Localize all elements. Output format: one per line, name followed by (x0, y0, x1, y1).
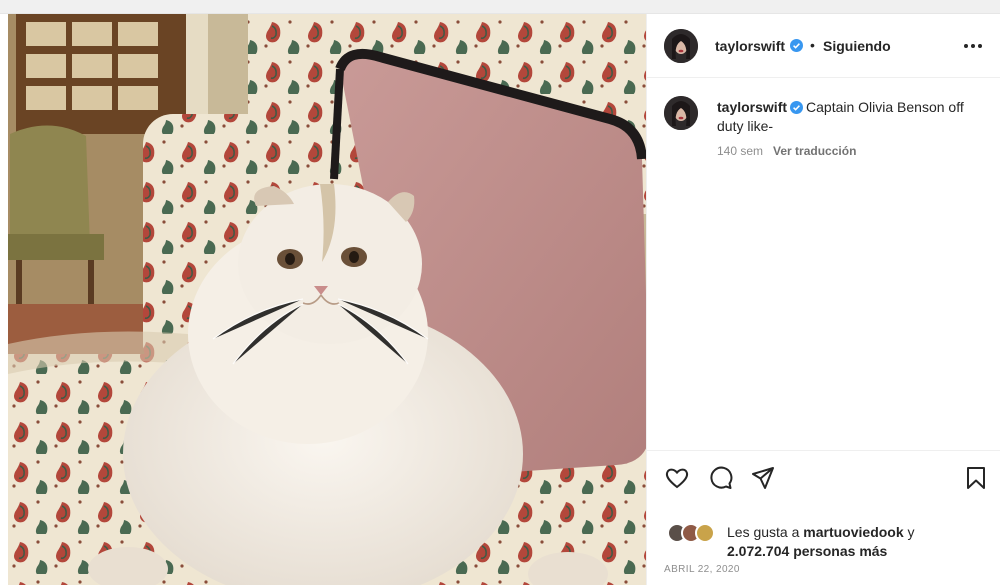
post-date[interactable]: ABRIL 22, 2020 (664, 564, 740, 575)
share-icon[interactable] (750, 465, 776, 491)
action-bar: Les gusta a martuoviedook y 2.072.704 pe… (647, 450, 1000, 575)
comment-icon[interactable] (707, 465, 733, 491)
likes-count: 2.072.704 (727, 543, 790, 559)
likes-others-label: personas más (793, 543, 888, 559)
caption-text-block: taylorswift Captain Olivia Benson off du… (717, 98, 987, 136)
caption-avatar[interactable] (664, 96, 698, 130)
verified-badge-icon (790, 39, 803, 52)
post-age[interactable]: 140 sem (717, 144, 763, 158)
verified-badge-icon (790, 101, 804, 114)
liker-username[interactable]: martuoviedook (803, 524, 903, 540)
cat-on-sofa-image (8, 14, 646, 585)
liker-avatars (667, 523, 721, 543)
more-horizontal-icon[interactable] (963, 42, 983, 50)
heart-icon[interactable] (664, 465, 690, 491)
caption-username[interactable]: taylorswift (717, 99, 787, 115)
likes-prefix: Les gusta a (727, 524, 800, 540)
author-avatar-image (664, 29, 698, 63)
liker-avatar (695, 523, 715, 543)
author-username[interactable]: taylorswift (715, 38, 785, 54)
post-side-panel: taylorswift • Siguiendo taylorswift Capt… (646, 14, 1000, 585)
author-avatar[interactable] (664, 29, 698, 63)
likes-line-2[interactable]: 2.072.704 personas más (727, 542, 887, 561)
caption-avatar-image (664, 96, 698, 130)
likes-line-1: Les gusta a martuoviedook y (727, 523, 915, 542)
post-header: taylorswift • Siguiendo (647, 14, 1000, 78)
following-button[interactable]: Siguiendo (823, 38, 891, 54)
header-separator: • (810, 37, 815, 53)
caption-meta: 140 sem Ver traducción (717, 144, 856, 158)
see-translation-link[interactable]: Ver traducción (773, 144, 856, 158)
likes-connector: y (907, 524, 915, 540)
post-photo[interactable] (8, 14, 646, 585)
bookmark-icon[interactable] (963, 465, 989, 491)
browser-top-strip (0, 0, 1000, 14)
